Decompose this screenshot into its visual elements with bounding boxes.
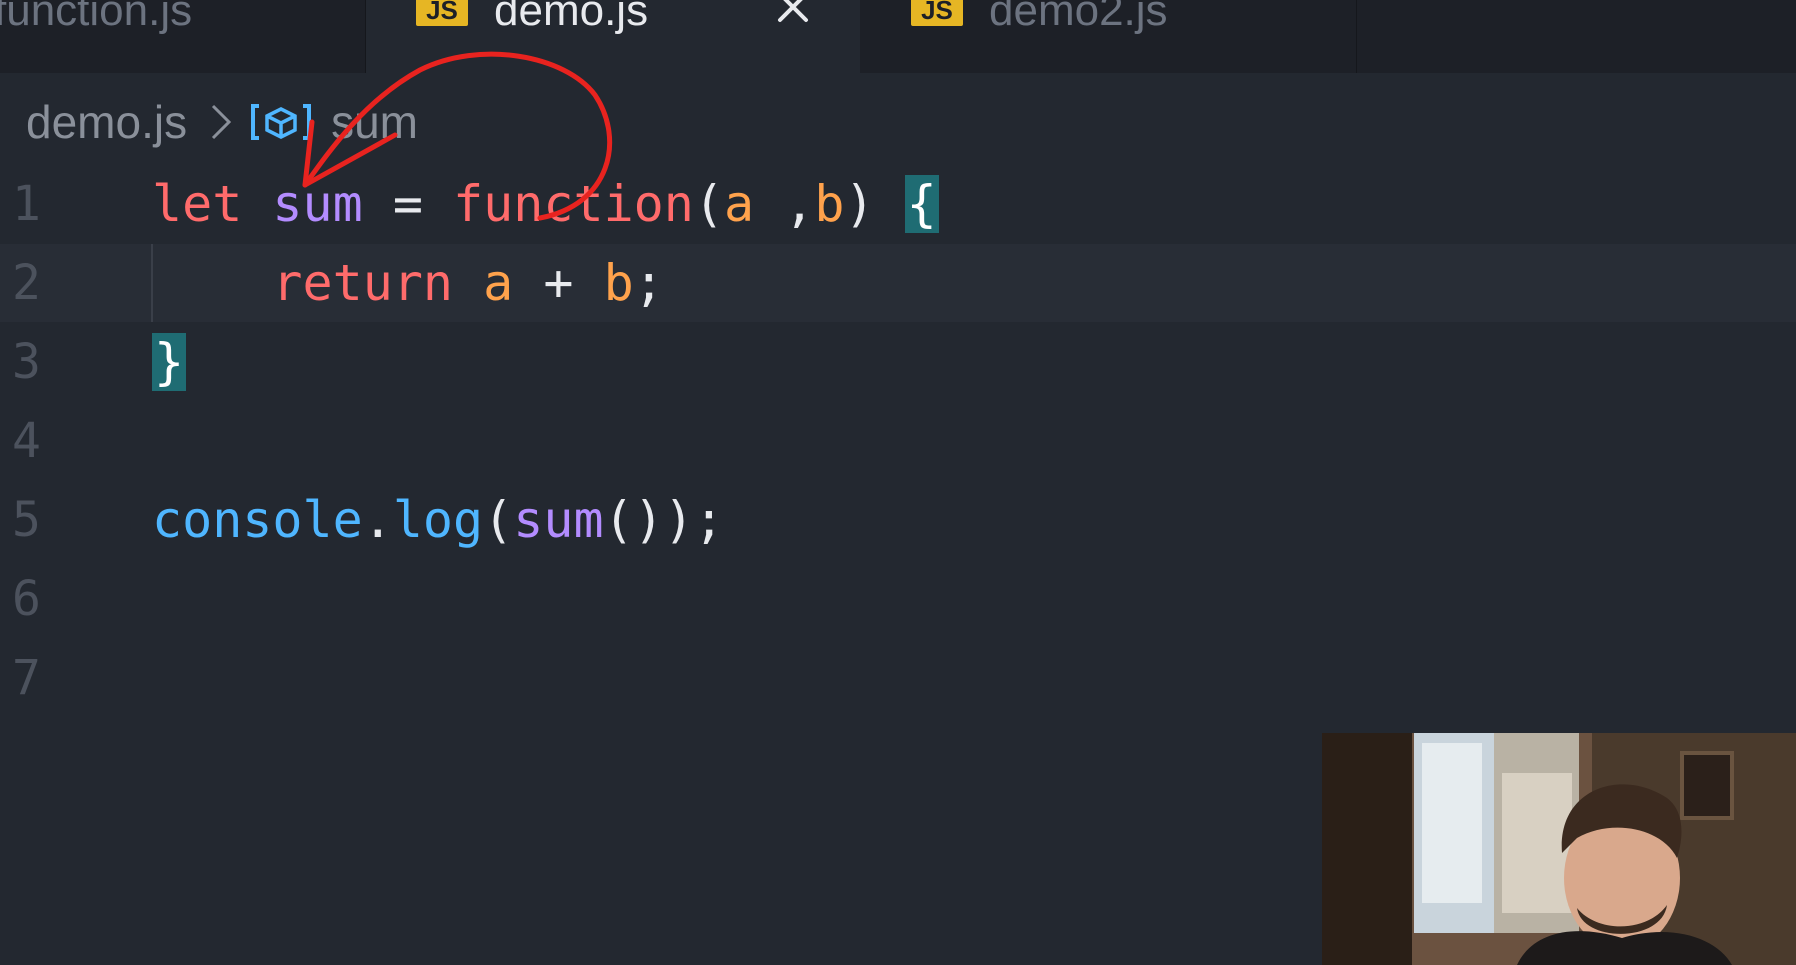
code-line-1[interactable]: 1 let sum = function(a ,b) { [0, 165, 1796, 243]
breadcrumb-symbol[interactable]: sum [331, 95, 418, 149]
method-name: log [392, 491, 484, 549]
code-line-3[interactable]: 3 } [0, 323, 1796, 401]
punctuation: ) [663, 491, 694, 549]
builtin-object: console [152, 491, 363, 549]
punctuation: . [362, 491, 393, 549]
tab-label: function.js [0, 0, 193, 35]
code-line-2[interactable]: 2 return a + b; [0, 244, 1796, 322]
line-number: 2 [12, 255, 41, 311]
parameter: b [603, 254, 634, 312]
parameter: a [724, 175, 755, 233]
tab-bar: function.js JS demo.js JS demo2.js [0, 0, 1796, 73]
code-line-6[interactable]: 6 [0, 560, 1796, 638]
js-file-icon: JS [911, 0, 963, 26]
operator: + [543, 254, 574, 312]
parameter: a [483, 254, 514, 312]
breadcrumb: demo.js sum [26, 92, 418, 152]
variable-name: sum [513, 491, 604, 549]
variable-icon [251, 104, 312, 140]
close-icon[interactable] [774, 0, 812, 26]
line-number: 1 [12, 176, 41, 232]
line-number: 5 [12, 492, 41, 548]
code-line-5[interactable]: 5 console.log(sum()); [0, 481, 1796, 559]
matched-brace: { [904, 175, 939, 233]
tab-demo2-js[interactable]: JS demo2.js [861, 0, 1357, 73]
breadcrumb-file[interactable]: demo.js [26, 95, 187, 149]
line-number: 4 [12, 413, 41, 469]
punctuation: ; [693, 491, 724, 549]
line-number: 7 [12, 650, 41, 706]
matched-brace: } [152, 333, 187, 391]
tab-label: demo2.js [989, 0, 1168, 35]
code-line-7[interactable]: 7 [0, 639, 1796, 717]
tab-demo-js[interactable]: JS demo.js [366, 0, 860, 73]
variable-name: sum [272, 175, 363, 233]
chevron-right-icon [212, 104, 232, 140]
presenter-video [1322, 733, 1796, 965]
punctuation: () [603, 491, 664, 549]
code-line-4[interactable]: 4 [0, 402, 1796, 480]
keyword: function [453, 175, 694, 233]
indent-guide [151, 244, 153, 322]
punctuation: ; [633, 254, 664, 312]
punctuation: ( [693, 175, 724, 233]
parameter: b [814, 175, 845, 233]
js-file-icon: JS [416, 0, 468, 26]
tab-function-js[interactable]: function.js [0, 0, 366, 73]
webcam-overlay [1322, 733, 1796, 965]
punctuation: ) [844, 175, 875, 233]
keyword: return [272, 254, 454, 312]
tab-label: demo.js [494, 0, 649, 35]
operator: = [392, 175, 423, 233]
line-number: 3 [12, 334, 41, 390]
keyword: let [152, 175, 243, 233]
punctuation: , [754, 175, 815, 233]
punctuation: ( [483, 491, 514, 549]
line-number: 6 [12, 571, 41, 627]
